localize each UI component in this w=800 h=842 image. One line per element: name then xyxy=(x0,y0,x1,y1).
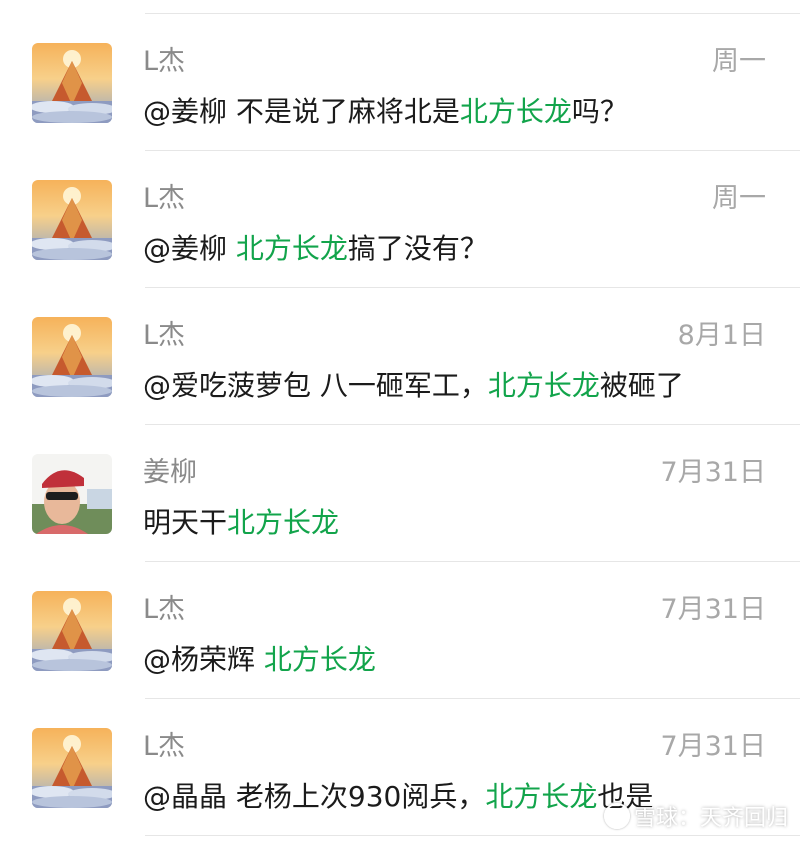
avatar[interactable] xyxy=(32,317,112,397)
list-item[interactable]: L杰 7月31日 @杨荣辉 北方长龙 xyxy=(0,562,800,699)
message-suffix: 被砸了 xyxy=(599,369,684,402)
message-text: @杨荣辉 北方长龙 xyxy=(143,640,376,680)
message-text: @姜柳 北方长龙搞了没有？ xyxy=(143,229,488,269)
watermark-text: 雪球：天齐回归 xyxy=(633,806,788,831)
sender-name[interactable]: 姜柳 xyxy=(143,455,197,491)
stock-link[interactable]: 北方长龙 xyxy=(236,232,348,265)
avatar[interactable] xyxy=(32,591,112,671)
timestamp: 8月1日 xyxy=(677,320,766,351)
avatar[interactable] xyxy=(32,728,112,808)
message-prefix: @晶晶 老杨上次930阅兵， xyxy=(143,780,486,813)
stock-link[interactable]: 北方长龙 xyxy=(485,780,597,813)
timestamp: 7月31日 xyxy=(660,594,766,625)
message-prefix: @姜柳 xyxy=(143,232,236,265)
sender-name[interactable]: L杰 xyxy=(143,318,185,354)
list-item[interactable]: L杰 周一 @姜柳 不是说了麻将北是北方长龙吗？ xyxy=(0,14,800,151)
stock-link[interactable]: 北方长龙 xyxy=(488,369,600,402)
avatar[interactable] xyxy=(32,180,112,260)
list-item[interactable]: L杰 周一 @姜柳 北方长龙搞了没有？ xyxy=(0,151,800,288)
timestamp: 周一 xyxy=(712,46,766,77)
mountain-avatar-icon xyxy=(32,180,112,260)
stock-link[interactable]: 北方长龙 xyxy=(460,95,572,128)
message-text: 明天干北方长龙 xyxy=(143,503,339,543)
avatar[interactable] xyxy=(32,454,112,534)
person-avatar-icon xyxy=(32,454,112,534)
timestamp: 7月31日 xyxy=(660,457,766,488)
message-prefix: @姜柳 不是说了麻将北是 xyxy=(143,95,460,128)
watermark: 雪球：天齐回归 xyxy=(603,800,788,832)
message-prefix: @杨荣辉 xyxy=(143,643,264,676)
message-text: @姜柳 不是说了麻将北是北方长龙吗？ xyxy=(143,92,628,132)
snowball-logo-icon xyxy=(603,803,630,829)
comment-list: L杰 周一 @姜柳 不是说了麻将北是北方长龙吗？ L杰 周一 @姜柳 北方长龙搞… xyxy=(0,0,800,842)
sender-name[interactable]: L杰 xyxy=(143,181,185,217)
list-item[interactable]: L杰 8月1日 @爱吃菠萝包 八一砸军工，北方长龙被砸了 xyxy=(0,288,800,425)
message-text: @晶晶 老杨上次930阅兵，北方长龙也是 xyxy=(143,777,653,817)
mountain-avatar-icon xyxy=(32,728,112,808)
timestamp: 7月31日 xyxy=(660,731,766,762)
message-prefix: @爱吃菠萝包 八一砸军工， xyxy=(143,369,488,402)
stock-link[interactable]: 北方长龙 xyxy=(227,506,339,539)
list-item[interactable]: 姜柳 7月31日 明天干北方长龙 xyxy=(0,425,800,562)
sender-name[interactable]: L杰 xyxy=(143,729,185,765)
message-suffix: 搞了没有？ xyxy=(347,232,488,265)
mountain-avatar-icon xyxy=(32,591,112,671)
divider xyxy=(145,835,800,836)
sender-name[interactable]: L杰 xyxy=(143,44,185,80)
message-prefix: 明天干 xyxy=(143,506,228,539)
stock-link[interactable]: 北方长龙 xyxy=(264,643,376,676)
timestamp: 周一 xyxy=(712,183,766,214)
message-text: @爱吃菠萝包 八一砸军工，北方长龙被砸了 xyxy=(143,366,684,406)
mountain-avatar-icon xyxy=(32,43,112,123)
sender-name[interactable]: L杰 xyxy=(143,592,185,628)
avatar[interactable] xyxy=(32,43,112,123)
message-suffix: 吗？ xyxy=(571,95,628,128)
mountain-avatar-icon xyxy=(32,317,112,397)
